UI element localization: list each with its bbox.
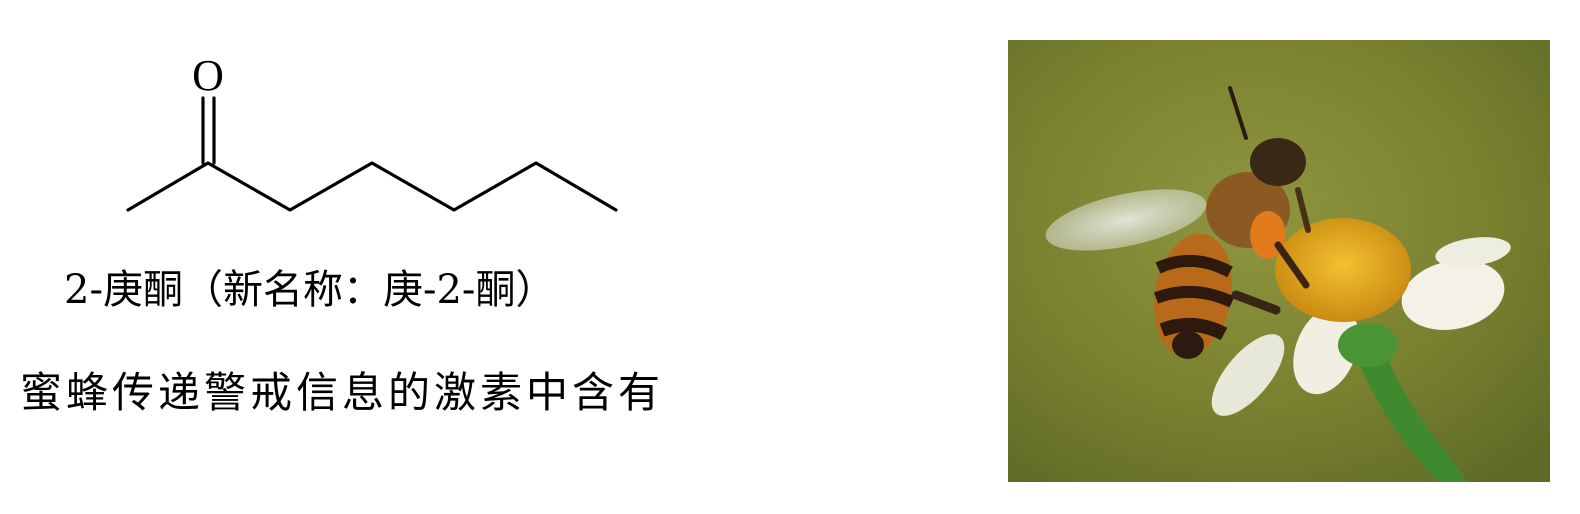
flower-center-base — [1338, 323, 1398, 367]
description-text: 蜜蜂传递警戒信息的激素中含有 — [20, 368, 665, 417]
carbon-chain — [126, 161, 618, 212]
skeletal-formula-2-heptanone: O — [126, 51, 618, 212]
compound-name: 2-庚酮（新名称：庚-2-酮） — [64, 267, 556, 313]
bee-head — [1250, 138, 1306, 186]
bee-abdomen-tip — [1172, 331, 1204, 359]
bee-photo-illustration — [1008, 40, 1550, 482]
oxygen-atom-label: O — [192, 51, 224, 100]
bee-on-flower-photo — [1008, 40, 1550, 482]
